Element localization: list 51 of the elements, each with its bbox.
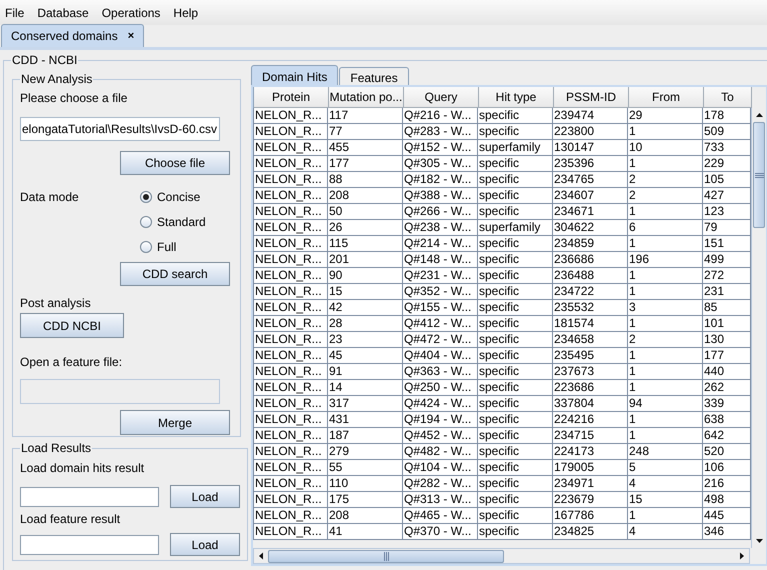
table-cell: 234825 — [553, 524, 628, 540]
radio-option[interactable]: Standard — [140, 214, 206, 229]
field-label: Load domain hits result — [20, 460, 146, 477]
grip-icon — [384, 552, 388, 560]
load-button[interactable]: Load — [170, 485, 240, 508]
input-field[interactable] — [20, 534, 159, 554]
scroll-thumb[interactable] — [268, 550, 504, 562]
menu-item[interactable]: Database — [37, 4, 89, 22]
column-header[interactable]: From — [629, 87, 704, 108]
column-header[interactable]: Hit type — [479, 87, 554, 108]
radio-icon[interactable] — [140, 190, 152, 202]
column-header[interactable]: Mutation po... — [329, 87, 404, 108]
menu-item[interactable]: Help — [173, 4, 198, 22]
field-label: Load feature result — [20, 511, 122, 528]
field-label: Open a feature file: — [20, 354, 124, 371]
document-tab[interactable]: Conserved domains × — [1, 24, 144, 47]
menu-item[interactable]: File — [5, 4, 24, 22]
cdd-search-button[interactable]: CDD search — [120, 262, 230, 286]
radio-option[interactable]: Full — [140, 239, 206, 254]
table-cell: specific — [478, 524, 553, 540]
radio-icon[interactable] — [140, 216, 152, 228]
result-tab[interactable]: Features — [339, 67, 409, 85]
field-label: Post analysis — [20, 295, 92, 312]
panel-title: CDD - NCBI — [11, 52, 78, 69]
input-field[interactable] — [20, 486, 159, 506]
menu-item[interactable]: Operations — [102, 4, 160, 22]
file-path-field[interactable]: elongataTutorial\Results\IvsD-60.csv — [20, 117, 220, 141]
table-cell: NELON_R... — [253, 524, 328, 540]
choose-file-button[interactable]: Choose file — [120, 151, 230, 175]
table-cell: 41 — [328, 524, 403, 540]
cdd-ncbi-button[interactable]: CDD NCBI — [20, 313, 124, 338]
field-label: Data mode — [20, 189, 80, 206]
merge-button[interactable]: Merge — [120, 410, 230, 435]
column-header[interactable]: To — [704, 87, 752, 108]
close-button[interactable]: × — [128, 28, 134, 44]
column-header[interactable]: Protein — [254, 87, 329, 108]
grip-icon — [754, 172, 764, 178]
result-tab[interactable]: Domain Hits — [251, 65, 338, 85]
table-cell: Q#370 - W... — [403, 524, 478, 540]
load-button[interactable]: Load — [170, 533, 240, 556]
group-title: New Analysis — [20, 71, 94, 88]
horizontal-scrollbar[interactable] — [253, 548, 750, 564]
table-cell: 4 — [628, 524, 703, 540]
group-title: Load Results — [20, 440, 92, 457]
tab-label: Conserved domains — [11, 28, 118, 45]
radio-option[interactable]: Concise — [140, 189, 206, 204]
column-header[interactable]: Query — [404, 87, 479, 108]
column-header[interactable]: PSSM-ID — [554, 87, 629, 108]
field-label: Please choose a file — [20, 90, 128, 107]
radio-icon[interactable] — [140, 240, 152, 252]
scroll-thumb[interactable] — [753, 122, 765, 228]
